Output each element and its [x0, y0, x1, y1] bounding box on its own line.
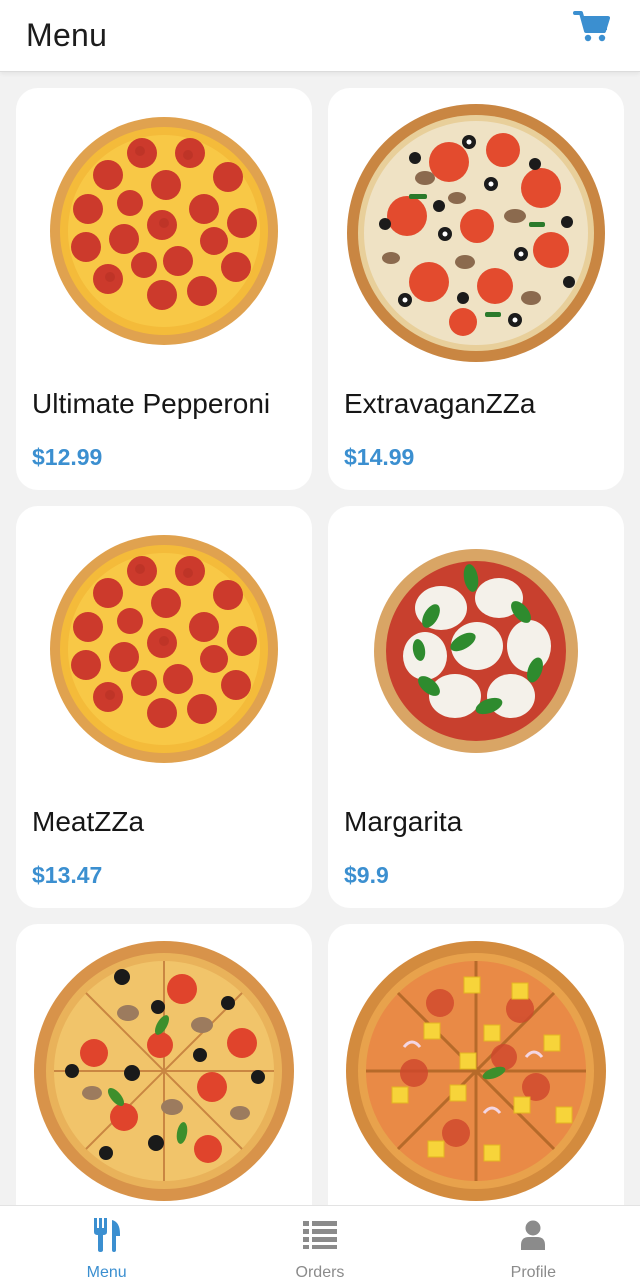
menu-item-card[interactable]: MeatZZa $13.47: [16, 506, 312, 908]
menu-item-card[interactable]: Ultimate Pepperoni $12.99: [16, 88, 312, 490]
menu-item-price: $14.99: [344, 444, 415, 470]
cart-icon: [573, 9, 611, 48]
tab-orders[interactable]: Orders: [213, 1206, 426, 1285]
app-screen: Menu Ultimate Pepperoni $12.99 Extravaga…: [0, 0, 640, 1285]
tab-label: Orders: [295, 1264, 345, 1281]
bottom-tab-bar: Menu Orders Profile: [0, 1205, 640, 1285]
tab-menu[interactable]: Menu: [0, 1206, 213, 1285]
hawaiian-pizza-image: [328, 924, 624, 1205]
fork-knife-icon: [93, 1218, 121, 1252]
menu-grid: Ultimate Pepperoni $12.99 ExtravaganZZa …: [16, 88, 624, 1205]
page-title: Menu: [26, 17, 108, 53]
menu-item-name: Margarita: [344, 806, 463, 837]
menu-item-price: $9.9: [344, 862, 389, 888]
pepperoni-pizza-image: [16, 506, 312, 796]
cart-button[interactable]: [572, 9, 612, 49]
tab-label: Menu: [86, 1264, 127, 1281]
menu-item-card[interactable]: [16, 924, 312, 1205]
veggie-pizza-image: [328, 88, 624, 378]
top-app-bar: Menu: [0, 0, 640, 72]
menu-item-card[interactable]: [328, 924, 624, 1205]
menu-item-name: MeatZZa: [32, 806, 145, 837]
menu-item-card[interactable]: Margarita $9.9: [328, 506, 624, 908]
list-icon: [302, 1218, 337, 1252]
pepperoni-pizza-image: [16, 88, 312, 378]
menu-item-price: $12.99: [32, 444, 103, 470]
person-icon: [520, 1218, 546, 1252]
menu-item-price: $13.47: [32, 862, 103, 888]
menu-item-name: ExtravaganZZa: [344, 388, 536, 419]
mushroom-olive-pizza-image: [16, 924, 312, 1205]
tab-label: Profile: [510, 1264, 556, 1281]
margherita-pizza-image: [328, 506, 624, 796]
tab-profile[interactable]: Profile: [427, 1206, 640, 1285]
menu-item-card[interactable]: ExtravaganZZa $14.99: [328, 88, 624, 490]
menu-item-name: Ultimate Pepperoni: [32, 388, 271, 419]
